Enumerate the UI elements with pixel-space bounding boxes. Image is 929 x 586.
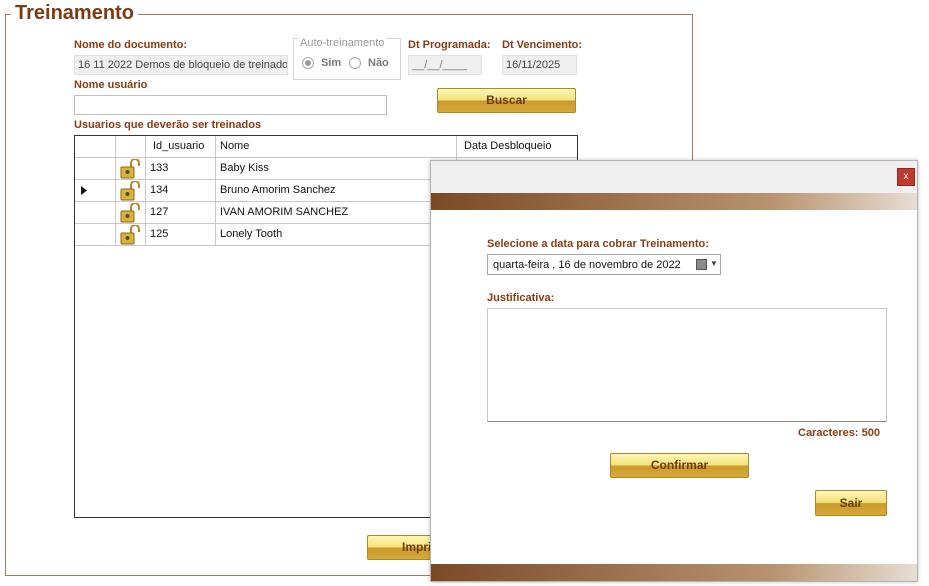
row-header[interactable] <box>75 180 116 201</box>
grid-header: Id_usuario Nome Data Desbloqueio <box>75 136 577 158</box>
nome-documento-field[interactable]: 16 11 2022 Demos de bloqueio de treinado… <box>74 55 288 75</box>
dt-vencimento-label: Dt Vencimento: <box>502 39 583 51</box>
cell-nome[interactable]: Lonely Tooth <box>216 224 457 245</box>
dialog-bottom-bar <box>431 564 917 581</box>
lock-cell[interactable] <box>116 202 146 223</box>
radio-sim-label: Sim <box>321 57 342 69</box>
date-picker[interactable]: quarta-feira , 16 de novembro de 2022 ▼ <box>487 254 721 275</box>
cell-id[interactable]: 134 <box>146 180 216 201</box>
buscar-button[interactable]: Buscar <box>437 88 576 113</box>
column-header-data-desbloqueio[interactable]: Data Desbloqueio <box>457 136 577 157</box>
lock-cell[interactable] <box>116 224 146 245</box>
nome-documento-label: Nome do documento: <box>74 39 188 51</box>
auto-treinamento-group: Auto-treinamento Sim Não <box>293 37 401 80</box>
close-button[interactable]: x <box>897 168 915 186</box>
lock-cell[interactable] <box>116 158 146 179</box>
date-value: quarta-feira , 16 de novembro de 2022 <box>493 259 681 271</box>
lock-cell[interactable] <box>116 180 146 201</box>
dt-programada-field[interactable]: __/__/____ <box>408 55 482 75</box>
confirmar-button[interactable]: Confirmar <box>610 453 749 478</box>
row-header[interactable] <box>75 224 116 245</box>
date-label: Selecione a data para cobrar Treinamento… <box>487 238 709 250</box>
form-title: Treinamento <box>11 2 138 25</box>
dt-vencimento-field[interactable]: 16/11/2025 <box>502 55 577 75</box>
caracteres-counter: Caracteres: 500 <box>798 427 880 439</box>
dialog-top-bar <box>431 193 917 210</box>
cell-id[interactable]: 133 <box>146 158 216 179</box>
column-header-id[interactable]: Id_usuario <box>146 136 216 157</box>
unlock-icon <box>120 225 140 245</box>
sair-button[interactable]: Sair <box>815 490 887 516</box>
cell-nome[interactable]: IVAN AMORIM SANCHEZ <box>216 202 457 223</box>
radio-nao[interactable] <box>349 57 361 69</box>
chevron-down-icon[interactable]: ▼ <box>710 259 718 268</box>
nome-usuario-label: Nome usuário <box>74 79 148 91</box>
column-header-nome[interactable]: Nome <box>216 136 457 157</box>
row-header-corner <box>75 136 116 157</box>
dialog-titlebar <box>431 161 917 193</box>
dt-programada-label: Dt Programada: <box>408 39 491 51</box>
unlock-icon <box>120 203 140 223</box>
lock-column-header <box>116 136 146 157</box>
cell-nome[interactable]: Bruno Amorim Sanchez <box>216 180 457 201</box>
calendar-icon[interactable] <box>696 259 707 270</box>
auto-treinamento-label: Auto-treinamento <box>298 37 387 49</box>
row-header[interactable] <box>75 158 116 179</box>
unlock-icon <box>120 159 140 179</box>
row-selector-icon <box>81 186 87 195</box>
row-header[interactable] <box>75 202 116 223</box>
cell-id[interactable]: 125 <box>146 224 216 245</box>
cell-nome[interactable]: Baby Kiss <box>216 158 457 179</box>
radio-sim[interactable] <box>302 57 314 69</box>
cell-id[interactable]: 127 <box>146 202 216 223</box>
justificativa-label: Justificativa: <box>487 292 555 304</box>
nome-usuario-input[interactable] <box>74 95 387 115</box>
unlock-icon <box>120 181 140 201</box>
data-desbloqueio-dialog: x Selecione a data para cobrar Treinamen… <box>430 160 918 582</box>
justificativa-textarea[interactable] <box>487 308 887 422</box>
usuarios-label: Usuarios que deverão ser treinados <box>74 119 262 131</box>
radio-nao-label: Não <box>368 57 389 69</box>
